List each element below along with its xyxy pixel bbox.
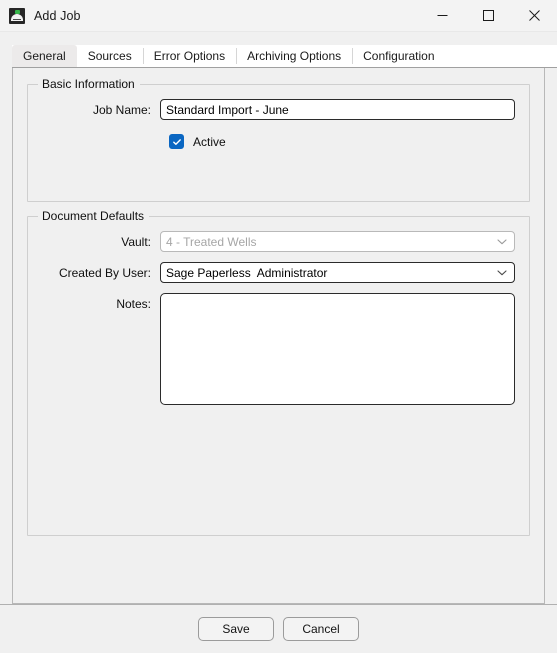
group-document-defaults-legend: Document Defaults [38,209,150,223]
row-vault: Vault: 4 - Treated Wells [42,231,515,252]
sage-paperless-icon [9,7,25,24]
tabstrip-spacer [445,45,557,67]
row-notes: Notes: [42,293,515,408]
minimize-button[interactable] [419,0,465,31]
active-checkbox-row[interactable]: Active [169,134,515,149]
tab-configuration[interactable]: Configuration [352,45,446,67]
row-job-name: Job Name: [42,99,515,120]
vault-label: Vault: [121,234,151,249]
group-basic-information: Basic Information Job Name: Active [27,77,530,202]
tab-configuration-label: Configuration [363,49,435,63]
active-checkbox-label: Active [193,134,226,149]
tab-archiving-options[interactable]: Archiving Options [236,45,353,67]
tab-general[interactable]: General [12,45,77,67]
job-name-field-wrap [160,99,515,120]
tab-sources[interactable]: Sources [76,45,143,67]
cancel-button-label: Cancel [302,622,340,636]
tab-error-options-label: Error Options [153,49,226,63]
vault-value: 4 - Treated Wells [166,234,257,249]
window-controls [419,0,557,31]
tab-general-label: General [23,49,66,63]
titlebar: Add Job [0,0,557,32]
vault-field-wrap: 4 - Treated Wells [160,231,515,252]
save-button[interactable]: Save [198,617,274,641]
maximize-icon [482,10,494,21]
minimize-icon [437,15,447,16]
window-title: Add Job [34,8,81,23]
chevron-down-icon [497,269,507,276]
active-checkbox[interactable] [169,134,184,149]
created-by-user-label: Created By User: [58,265,151,280]
group-basic-information-legend: Basic Information [38,77,140,91]
vault-dropdown[interactable]: 4 - Treated Wells [160,231,515,252]
group-document-defaults: Document Defaults Vault: 4 - Treated Wel… [27,209,530,536]
check-icon [172,138,181,145]
cancel-button[interactable]: Cancel [283,617,359,641]
save-button-label: Save [222,622,250,636]
tab-error-options[interactable]: Error Options [142,45,237,67]
notes-label: Notes: [116,297,151,311]
tab-sources-label: Sources [87,49,132,63]
created-by-user-dropdown[interactable]: Sage Paperless Administrator [160,262,515,283]
created-by-user-value: Sage Paperless Administrator [166,265,328,280]
tab-content-general: Basic Information Job Name: Active Docum… [12,68,545,604]
chevron-down-icon [497,238,507,245]
tabstrip-wrapper: General Sources Error Options Archiving … [0,32,557,68]
notes-field-wrap [160,293,515,408]
dialog-footer: Save Cancel [0,604,557,653]
tabstrip: General Sources Error Options Archiving … [12,45,557,68]
close-icon [528,10,540,21]
row-created-by-user: Created By User: Sage Paperless Administ… [42,262,515,283]
maximize-button[interactable] [465,0,511,31]
created-by-user-field-wrap: Sage Paperless Administrator [160,262,515,283]
job-name-label: Job Name: [92,102,151,117]
close-button[interactable] [511,0,557,31]
notes-textarea[interactable] [160,293,515,405]
tab-archiving-options-label: Archiving Options [247,49,342,63]
add-job-dialog: Add Job General Sources Error Options Ar… [0,0,557,653]
job-name-input[interactable] [160,99,515,120]
